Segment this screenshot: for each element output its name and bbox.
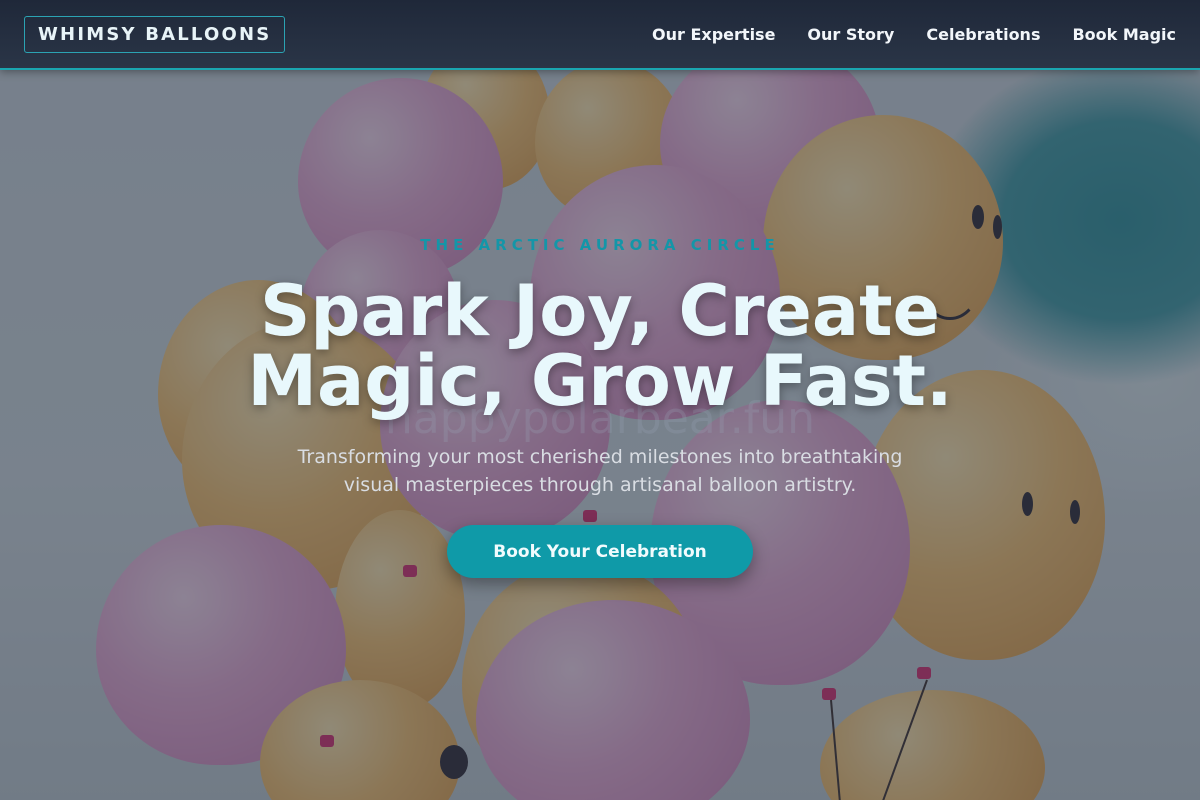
hero-content: happypolarbear.fun THE ARCTIC AURORA CIR… <box>0 0 1200 800</box>
hero-subtitle-line-2: visual masterpieces through artisanal ba… <box>343 474 857 496</box>
hero-headline-line-1: Spark Joy, Create <box>259 270 941 352</box>
hero-headline-line-2: Magic, Grow Fast. <box>247 340 953 422</box>
hero-subtitle: Transforming your most cherished milesto… <box>270 443 930 499</box>
hero-subtitle-line-1: Transforming your most cherished milesto… <box>297 446 903 468</box>
hero-eyebrow: THE ARCTIC AURORA CIRCLE <box>420 236 780 254</box>
hero-headline: Spark Joy, Create Magic, Grow Fast. <box>100 276 1100 416</box>
book-celebration-button[interactable]: Book Your Celebration <box>447 525 753 578</box>
